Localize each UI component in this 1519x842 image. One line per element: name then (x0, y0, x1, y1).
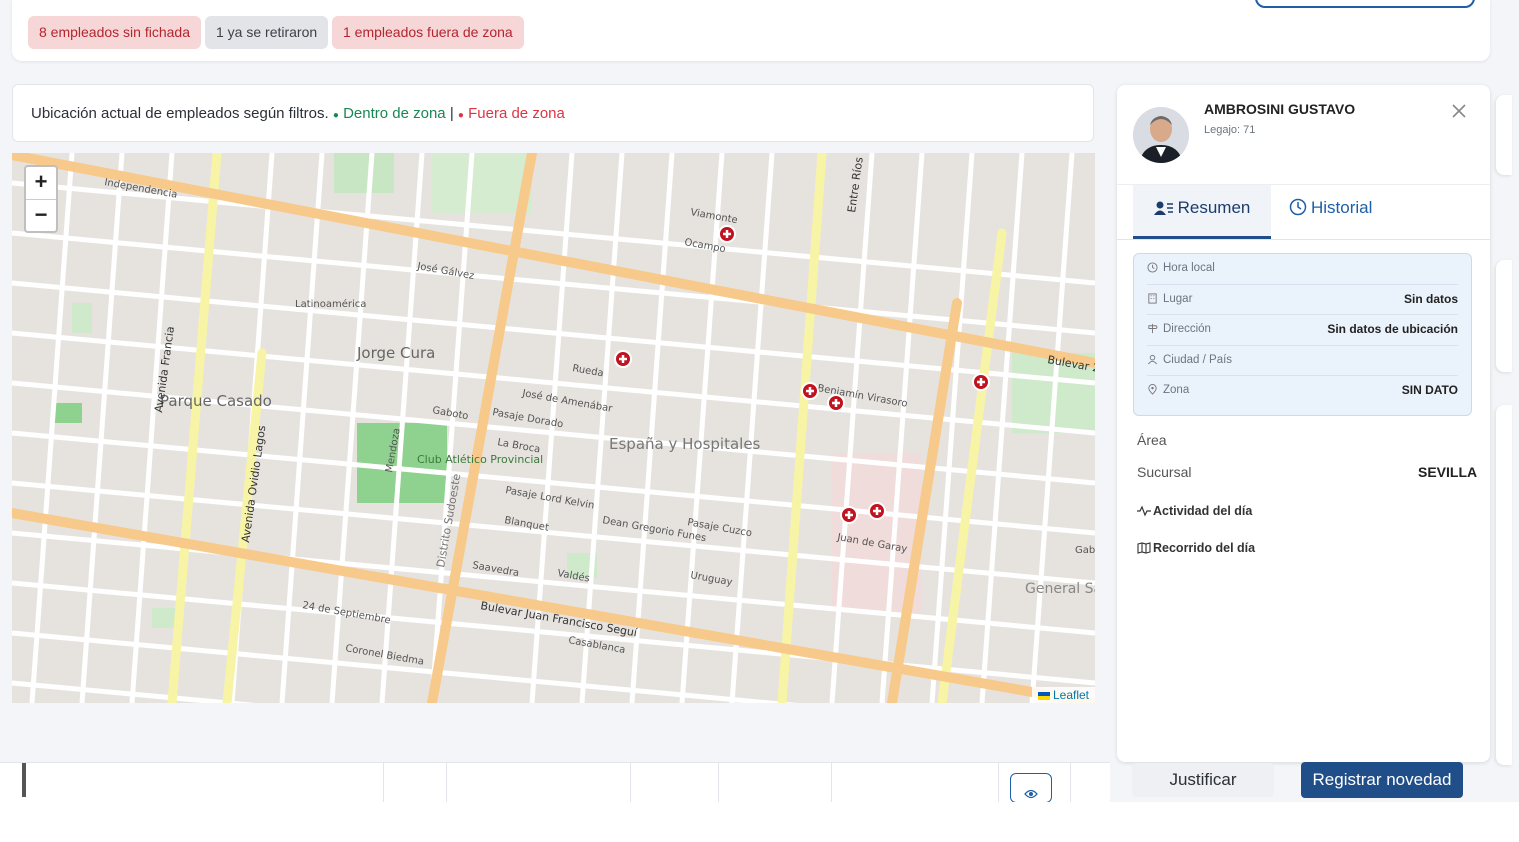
map-label-parque-casado: Parque Casado (160, 392, 272, 410)
summary-label: Hora local (1163, 262, 1215, 274)
top-action-button[interactable] (1255, 0, 1475, 8)
marker-1[interactable] (718, 225, 736, 243)
map-pin-icon (1148, 384, 1157, 395)
summary-row-zona: Zona SIN DATO (1147, 376, 1458, 406)
inside-label: Dentro de zona (343, 105, 446, 122)
filters-card: 8 empleados sin fichada 1 ya se retiraro… (12, 0, 1490, 61)
edge-card-2 (1496, 260, 1512, 372)
legend-text: Ubicación actual de empleados según filt… (31, 105, 329, 122)
row-indicator (22, 763, 26, 797)
map-attribution[interactable]: Leaflet (1031, 687, 1095, 703)
zoom-out-button[interactable]: − (26, 200, 56, 232)
avatar (1133, 107, 1189, 163)
sucursal-value: SEVILLA (1418, 464, 1478, 480)
recorrido-label: Recorrido del día (1153, 541, 1256, 555)
employee-map[interactable]: Jorge Cura Parque Casado España y Hospit… (12, 153, 1095, 703)
signpost-icon (1148, 323, 1158, 334)
map-label-gabot: Gabot (1075, 545, 1095, 556)
outside-dot: ● (457, 110, 464, 121)
summary-value: Sin datos (1403, 291, 1458, 306)
map-label-club: Club Atlético Provincial (417, 453, 543, 466)
badge-fuera-de-zona[interactable]: 1 empleados fuera de zona (332, 16, 524, 49)
map-tiles: Jorge Cura Parque Casado España y Hospit… (12, 153, 1095, 703)
marker-6[interactable] (840, 506, 858, 524)
justificar-button[interactable]: Justificar (1132, 763, 1274, 797)
legend-separator: | (449, 105, 454, 122)
summary-row-ciudad: Ciudad / País (1147, 346, 1458, 376)
actividad-label: Actividad del día (1153, 504, 1253, 518)
user-list-icon (1153, 201, 1173, 215)
area-label: Área (1137, 432, 1167, 448)
map-label-san-martin: General San Martín (1025, 581, 1095, 597)
summary-label: Ciudad / País (1163, 353, 1233, 366)
activity-icon (1137, 505, 1151, 517)
marker-5[interactable] (972, 373, 990, 391)
badge-sin-fichada[interactable]: 8 empleados sin fichada (28, 16, 201, 49)
marker-4[interactable] (827, 394, 845, 412)
page-bottom (0, 802, 1519, 842)
summary-label: Dirección (1163, 323, 1211, 335)
inside-dot: ● (332, 110, 339, 121)
marker-7[interactable] (868, 502, 886, 520)
map-legend-bar: Ubicación actual de empleados según filt… (12, 84, 1094, 142)
marker-2[interactable] (614, 350, 632, 368)
summary-label: Zona (1163, 384, 1190, 396)
detail-tabs: Resumen Historial (1117, 184, 1490, 240)
clock-icon (1147, 262, 1158, 273)
map-label-jorge-cura: Jorge Cura (356, 344, 435, 362)
clock-icon (1289, 198, 1307, 216)
tab-historial-label: Historial (1311, 198, 1373, 217)
ukraine-flag-icon (1037, 691, 1050, 700)
view-button[interactable] (1010, 773, 1052, 803)
zoom-in-button[interactable]: + (26, 167, 56, 200)
map-label-latinoamerica: Latinoamérica (295, 298, 366, 310)
summary-box: Hora local Lugar Sin datos Dirección Sin… (1133, 253, 1472, 416)
sucursal-label: Sucursal (1137, 464, 1192, 480)
badge-retiraron[interactable]: 1 ya se retiraron (205, 16, 329, 49)
tab-resumen[interactable]: Resumen (1133, 185, 1271, 239)
tab-resumen-label: Resumen (1177, 198, 1251, 217)
employee-table-fragment (0, 762, 1110, 803)
marker-3[interactable] (801, 382, 819, 400)
eye-icon (1024, 789, 1038, 799)
person-icon (1148, 354, 1157, 364)
employee-legajo: Legajo: 71 (1204, 124, 1256, 136)
summary-row-lugar: Lugar Sin datos (1147, 285, 1458, 315)
edge-card-3 (1496, 405, 1512, 765)
building-icon (1148, 292, 1157, 304)
actividad-del-dia-toggle[interactable]: Actividad del día (1137, 504, 1252, 518)
summary-row-direccion: Dirección Sin datos de ubicación (1147, 315, 1458, 346)
edge-card-1 (1496, 95, 1512, 175)
close-icon[interactable] (1449, 101, 1469, 121)
recorrido-del-dia-toggle[interactable]: Recorrido del día (1137, 541, 1255, 555)
employee-name: AMBROSINI GUSTAVO (1204, 101, 1356, 117)
summary-label: Lugar (1163, 292, 1193, 305)
map-icon (1137, 542, 1151, 554)
registrar-novedad-button[interactable]: Registrar novedad (1301, 762, 1463, 798)
tab-historial[interactable]: Historial (1289, 185, 1372, 239)
zoom-control: + − (24, 165, 58, 233)
employee-detail-panel: AMBROSINI GUSTAVO Legajo: 71 Resumen His… (1117, 85, 1490, 762)
summary-value: SIN DATO (1401, 383, 1458, 397)
attribution-link[interactable]: Leaflet (1053, 688, 1089, 702)
map-label-espana-hospitales: España y Hospitales (609, 435, 761, 453)
summary-row-hora: Hora local (1147, 254, 1458, 285)
outside-label: Fuera de zona (468, 105, 565, 122)
summary-value: Sin datos de ubicación (1327, 322, 1458, 336)
